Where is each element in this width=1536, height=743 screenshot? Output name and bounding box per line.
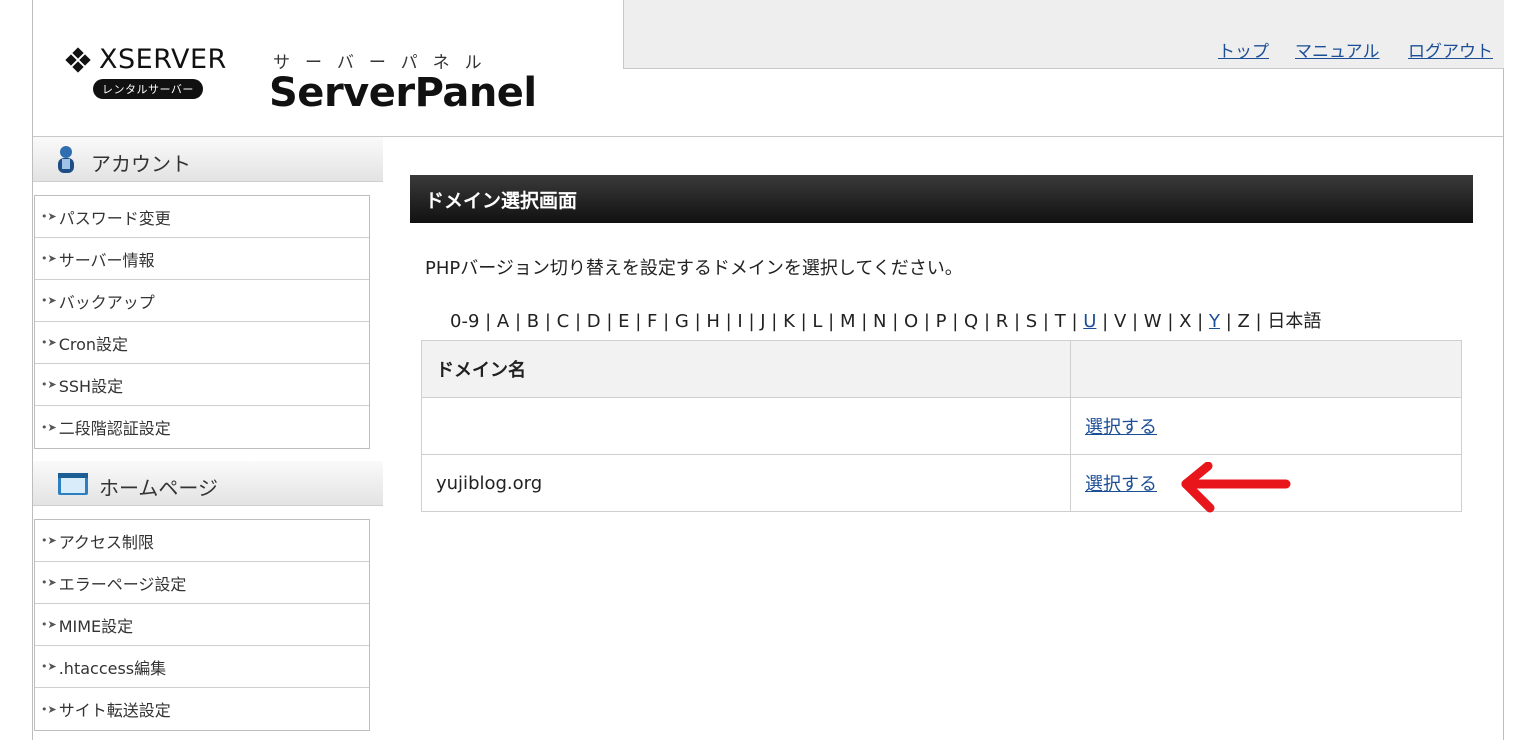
arrow-icon: •➤	[41, 660, 57, 673]
arrow-icon: •➤	[41, 378, 57, 391]
menu-item-label: アクセス制限	[58, 532, 154, 552]
index-letter-q: Q	[964, 311, 979, 332]
arrow-icon: •➤	[41, 702, 57, 716]
menu-item-password[interactable]: •➤ パスワード変更	[35, 196, 369, 238]
menu-item-label: Cron設定	[58, 334, 129, 354]
index-letter-w: W	[1143, 311, 1162, 332]
index-letter-s: S	[1025, 311, 1038, 332]
top-nav: トップ マニュアル ログアウト	[623, 0, 1504, 69]
menu-item-mime[interactable]: •➤ MIME設定	[35, 604, 369, 646]
xserver-diamond-icon	[65, 46, 95, 73]
index-letter-t: T	[1054, 311, 1066, 332]
index-letter-japanese: 日本語	[1267, 311, 1322, 332]
index-letter-k: K	[783, 311, 795, 332]
menu-item-label: MIME設定	[58, 616, 134, 636]
brand-name: XSERVER	[99, 44, 227, 75]
select-link[interactable]: 選択する	[1085, 474, 1157, 495]
nav-manual-link[interactable]: マニュアル	[1295, 37, 1380, 62]
arrow-icon: •➤	[41, 210, 57, 223]
arrow-icon: •➤	[41, 336, 57, 349]
index-letter-c: C	[556, 311, 570, 332]
menu-item-label: .htaccess編集	[58, 658, 167, 678]
menu-item-error-page[interactable]: •➤ エラーページ設定	[35, 562, 369, 604]
menu-item-label: バックアップ	[58, 292, 155, 312]
index-letter-h: H	[706, 311, 720, 332]
arrow-icon: •➤	[41, 252, 57, 265]
index-letter-0-9: 0-9	[450, 311, 480, 332]
arrow-icon: •➤	[41, 420, 57, 434]
menu-item-server-info[interactable]: •➤ サーバー情報	[35, 238, 369, 280]
index-letter-g: G	[674, 311, 689, 332]
menu-item-label: 二段階認証設定	[58, 419, 171, 438]
table-header-row: ドメイン名	[421, 340, 1462, 398]
index-letter-x: X	[1179, 311, 1192, 332]
index-letter-u[interactable]: U	[1083, 311, 1096, 332]
menu-item-ssh[interactable]: •➤ SSH設定	[35, 364, 369, 406]
index-letter-e: E	[618, 311, 630, 332]
index-letter-m: M	[839, 311, 856, 332]
index-letter-j: J	[760, 311, 766, 332]
section-header-account: アカウント	[33, 137, 383, 182]
index-letter-y[interactable]: Y	[1209, 311, 1220, 332]
arrow-icon: •➤	[41, 618, 57, 631]
section-title-homepage: ホームページ	[99, 476, 218, 500]
index-letter-a: A	[496, 311, 510, 332]
index-letter-b: B	[526, 311, 540, 332]
red-arrow-icon	[1181, 462, 1291, 513]
homepage-menu: •➤ アクセス制限 •➤ エラーページ設定 •➤ MIME設定 •➤ .htaccess…	[34, 519, 370, 731]
page-description: PHPバージョン切り替えを設定するドメインを選択してください。	[425, 258, 963, 279]
page-frame: XSERVER レンタルサーバー サーバーパネル ServerPanel トップ…	[32, 0, 1504, 740]
section-title-account: アカウント	[91, 152, 191, 176]
menu-item-label: パスワード変更	[58, 208, 171, 228]
person-icon	[58, 146, 74, 173]
menu-item-label: サーバー情報	[58, 250, 155, 270]
account-menu: •➤ パスワード変更 •➤ サーバー情報 •➤ バックアップ •➤ Cron設定 •➤ S…	[34, 195, 370, 449]
panel-title: ServerPanel	[269, 70, 537, 116]
arrow-icon: •➤	[41, 576, 57, 589]
index-letter-l: L	[812, 311, 823, 332]
table-row: yujiblog.org 選択する	[421, 454, 1462, 512]
domain-cell: yujiblog.org	[421, 454, 1071, 512]
menu-item-site-redirect[interactable]: •➤ サイト転送設定	[35, 688, 369, 730]
letter-index: 0-9 | A | B | C | D | E | F | G | H | I …	[450, 311, 1322, 332]
arrow-icon: •➤	[41, 294, 57, 307]
index-letter-d: D	[586, 311, 601, 332]
header: XSERVER レンタルサーバー サーバーパネル ServerPanel トップ…	[33, 0, 1504, 137]
index-letter-i: I	[737, 311, 743, 332]
action-cell: 選択する	[1070, 397, 1462, 455]
index-letter-n: N	[873, 311, 887, 332]
menu-item-label: エラーページ設定	[58, 574, 187, 594]
menu-item-htaccess[interactable]: •➤ .htaccess編集	[35, 646, 369, 688]
domain-cell	[421, 397, 1071, 455]
arrow-icon: •➤	[41, 534, 57, 547]
nav-logout-link[interactable]: ログアウト	[1408, 37, 1493, 62]
column-header-domain: ドメイン名	[421, 340, 1071, 398]
brand-sub-badge: レンタルサーバー	[93, 79, 203, 99]
menu-item-access-limit[interactable]: •➤ アクセス制限	[35, 520, 369, 562]
menu-item-label: SSH設定	[58, 376, 124, 396]
page-title: ドメイン選択画面	[410, 175, 1473, 223]
index-letter-r: R	[995, 311, 1009, 332]
column-header-action	[1070, 340, 1462, 398]
index-letter-o: O	[903, 311, 919, 332]
section-header-homepage: ホームページ	[33, 461, 383, 506]
sidebar: アカウント •➤ パスワード変更 •➤ サーバー情報 •➤ バックアップ •➤ Cron…	[33, 137, 383, 743]
menu-item-cron[interactable]: •➤ Cron設定	[35, 322, 369, 364]
index-letter-z: Z	[1237, 311, 1250, 332]
select-link[interactable]: 選択する	[1085, 417, 1157, 438]
index-letter-f: F	[647, 311, 658, 332]
xserver-logo[interactable]: XSERVER レンタルサーバー	[65, 44, 227, 116]
nav-top-link[interactable]: トップ	[1218, 37, 1269, 62]
domain-table: ドメイン名 選択する yujiblog.org 選択する	[421, 340, 1462, 512]
index-letter-p: P	[935, 311, 947, 332]
menu-item-2fa[interactable]: •➤ 二段階認証設定	[35, 406, 369, 448]
menu-item-label: サイト転送設定	[58, 701, 171, 720]
menu-item-backup[interactable]: •➤ バックアップ	[35, 280, 369, 322]
window-icon	[58, 473, 88, 495]
index-letter-v: V	[1113, 311, 1127, 332]
table-row: 選択する	[421, 397, 1462, 455]
